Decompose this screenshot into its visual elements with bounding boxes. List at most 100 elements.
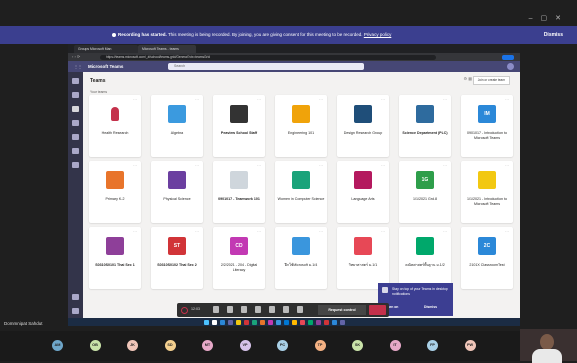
more-options-icon[interactable]: ··· bbox=[319, 229, 323, 234]
taskbar-app-icon[interactable] bbox=[268, 319, 273, 325]
team-card[interactable]: ··· 1G 1/1/2021 Grd.8 bbox=[399, 161, 451, 223]
more-options-icon[interactable]: ··· bbox=[319, 163, 323, 168]
participants-icon[interactable] bbox=[297, 306, 303, 313]
apps-icon[interactable] bbox=[72, 294, 79, 300]
more-options-icon[interactable]: ··· bbox=[319, 97, 323, 102]
team-card[interactable]: ··· 1/1/2021 - Introduction to Microsoft … bbox=[461, 161, 513, 223]
url-field[interactable]: https://teams.microsoft.com/_#/school/te… bbox=[100, 54, 436, 60]
participant-avatar[interactable]: SK bbox=[352, 340, 363, 351]
team-card[interactable]: ··· Physical Science bbox=[151, 161, 203, 223]
more-options-icon[interactable]: ··· bbox=[257, 163, 261, 168]
team-card[interactable]: ··· Algebra bbox=[151, 95, 203, 157]
taskbar-app-icon[interactable] bbox=[340, 319, 345, 325]
more-options-icon[interactable]: ··· bbox=[443, 229, 447, 234]
participant-avatar[interactable]: IT bbox=[389, 340, 401, 351]
taskbar-app-icon[interactable] bbox=[324, 319, 329, 325]
more-options-icon[interactable]: ··· bbox=[381, 97, 385, 102]
participant-avatar[interactable]: FP bbox=[427, 340, 438, 351]
team-card[interactable]: ··· คณิตศาสตร์พื้นฐาน ม.1/2 bbox=[399, 227, 451, 289]
dismiss-banner-button[interactable]: Dismiss bbox=[544, 32, 563, 38]
search-input[interactable]: Search bbox=[168, 63, 364, 70]
taskbar-app-icon[interactable] bbox=[212, 319, 217, 325]
microphone-icon[interactable] bbox=[227, 306, 233, 313]
privacy-policy-link[interactable]: Privacy policy bbox=[364, 32, 392, 37]
team-card[interactable]: ··· Engineering 101 bbox=[275, 95, 327, 157]
dismiss-notification-button[interactable]: Dismiss bbox=[424, 305, 437, 309]
team-card[interactable]: ··· Health Research bbox=[89, 95, 141, 157]
files-icon[interactable] bbox=[72, 162, 79, 168]
taskbar-app-icon[interactable] bbox=[228, 319, 233, 325]
chat-icon[interactable] bbox=[72, 92, 79, 98]
more-options-icon[interactable]: ··· bbox=[381, 229, 385, 234]
team-card[interactable]: ··· Language Arts bbox=[337, 161, 389, 223]
taskbar-app-icon[interactable] bbox=[260, 319, 265, 325]
profile-icon[interactable] bbox=[502, 54, 514, 60]
close-icon[interactable]: ✕ bbox=[555, 15, 569, 22]
team-card[interactable]: ··· Peaview School Staff bbox=[213, 95, 265, 157]
taskbar-app-icon[interactable] bbox=[244, 319, 249, 325]
calls-icon[interactable] bbox=[72, 148, 79, 154]
participant-avatar[interactable]: OB bbox=[89, 340, 101, 351]
team-card[interactable]: ··· 2C 2101X ClassroomTest bbox=[461, 227, 513, 289]
more-options-icon[interactable]: ··· bbox=[195, 229, 199, 234]
teams-icon[interactable] bbox=[72, 106, 79, 112]
back-forward-icon[interactable]: ‹ › ⟳ bbox=[72, 54, 80, 59]
more-options-icon[interactable]: ··· bbox=[133, 97, 137, 102]
more-options-icon[interactable]: ··· bbox=[257, 97, 261, 102]
team-card[interactable]: ··· Primary K-2 bbox=[89, 161, 141, 223]
participant-avatar[interactable]: VP bbox=[239, 340, 251, 351]
calendar-icon[interactable] bbox=[72, 134, 79, 140]
team-card[interactable]: ··· ST S0310S0102 Thai Sec 2 bbox=[151, 227, 203, 289]
taskbar-app-icon[interactable] bbox=[252, 319, 257, 325]
team-card[interactable]: ··· CD 2/2/2021 - 204 - Digital Literacy bbox=[213, 227, 265, 289]
participant-avatar[interactable]: PW bbox=[464, 340, 476, 351]
more-options-icon[interactable]: ··· bbox=[257, 229, 261, 234]
team-card[interactable]: ··· 0901017 - Teamwork 101 bbox=[213, 161, 265, 223]
minimize-icon[interactable]: – bbox=[529, 15, 541, 22]
raise-hand-icon[interactable] bbox=[269, 306, 275, 313]
browser-tab-active[interactable]: Microsoft Teams - teams bbox=[138, 45, 196, 53]
more-options-icon[interactable]: ··· bbox=[505, 229, 509, 234]
more-options-icon[interactable]: ··· bbox=[195, 163, 199, 168]
browser-tab[interactable]: Groups Microsoft Man bbox=[74, 45, 138, 53]
participant-avatar[interactable]: PC bbox=[277, 340, 288, 351]
taskbar-app-icon[interactable] bbox=[276, 319, 281, 325]
more-actions-icon[interactable] bbox=[255, 306, 261, 313]
more-options-icon[interactable]: ··· bbox=[195, 97, 199, 102]
taskbar-app-icon[interactable] bbox=[332, 319, 337, 325]
more-options-icon[interactable]: ··· bbox=[443, 163, 447, 168]
team-card[interactable]: ··· Women in Computer Science bbox=[275, 161, 327, 223]
assignments-icon[interactable] bbox=[72, 120, 79, 126]
help-icon[interactable] bbox=[72, 308, 79, 314]
participant-avatar[interactable]: SD bbox=[164, 340, 176, 351]
taskbar-app-icon[interactable] bbox=[204, 319, 209, 325]
more-options-icon[interactable]: ··· bbox=[443, 97, 447, 102]
camera-icon[interactable] bbox=[213, 306, 219, 313]
team-card[interactable]: ··· วิทยาศาสตร์ ม.1/1 bbox=[337, 227, 389, 289]
team-card[interactable]: ··· Science Department (PLC) bbox=[399, 95, 451, 157]
more-options-icon[interactable]: ··· bbox=[133, 229, 137, 234]
participant-avatar[interactable]: TP bbox=[314, 340, 326, 351]
participant-avatar[interactable]: JK bbox=[127, 340, 138, 351]
taskbar-app-icon[interactable] bbox=[292, 319, 297, 325]
join-create-team-button[interactable]: Join or create team bbox=[472, 76, 510, 85]
participant-avatar[interactable]: AM bbox=[52, 340, 63, 351]
filter-icon[interactable]: ⚙ ▦ bbox=[464, 76, 472, 81]
team-card[interactable]: ··· Design Research Group bbox=[337, 95, 389, 157]
activity-icon[interactable] bbox=[72, 78, 79, 84]
team-card[interactable]: ··· IM 0901017 - Introduction to Microsoft… bbox=[461, 95, 513, 157]
more-options-icon[interactable]: ··· bbox=[505, 97, 509, 102]
chat-toggle-icon[interactable] bbox=[283, 306, 289, 313]
more-options-icon[interactable]: ··· bbox=[133, 163, 137, 168]
app-launcher-icon[interactable]: ⋮⋮ bbox=[74, 64, 82, 69]
maximize-icon[interactable]: ▢ bbox=[541, 15, 556, 22]
team-card[interactable]: ··· ฝึกใช้Microsoft ม.1/4 bbox=[275, 227, 327, 289]
taskbar-app-icon[interactable] bbox=[220, 319, 225, 325]
leave-call-button[interactable] bbox=[369, 305, 386, 315]
participant-avatar[interactable]: MT bbox=[202, 340, 213, 351]
more-options-icon[interactable]: ··· bbox=[381, 163, 385, 168]
taskbar-app-icon[interactable] bbox=[308, 319, 313, 325]
taskbar-app-icon[interactable] bbox=[316, 319, 321, 325]
request-control-button[interactable]: Request control bbox=[318, 305, 366, 315]
team-card[interactable]: ··· S0310S0101 Thai Sec 1 bbox=[89, 227, 141, 289]
